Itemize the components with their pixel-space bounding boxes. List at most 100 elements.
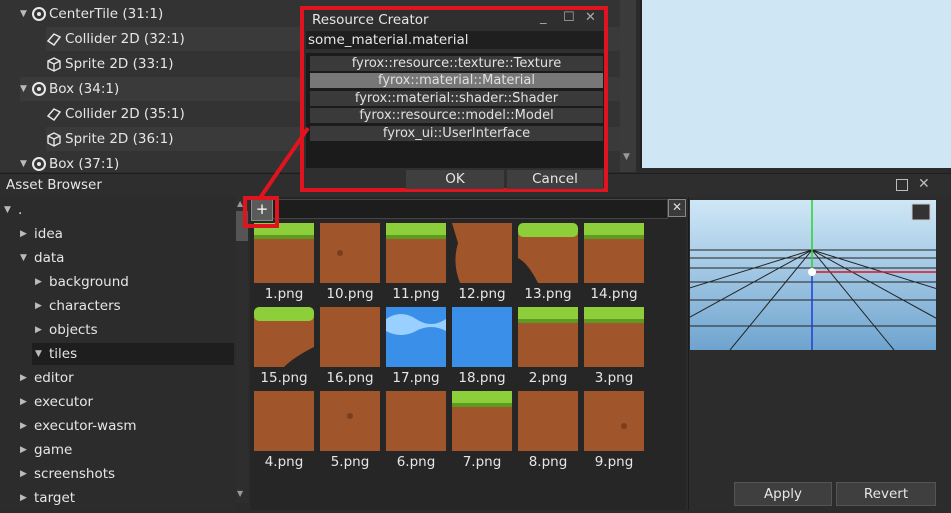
tile-label: 12.png [458, 286, 506, 302]
expand-arrow-icon[interactable]: ▼ [20, 2, 32, 26]
maximize-icon[interactable] [896, 179, 908, 191]
tile-thumbnail[interactable] [254, 223, 314, 283]
folder-target[interactable]: ▶ target [20, 487, 75, 509]
folder-executor[interactable]: ▶ executor [20, 391, 93, 413]
revert-button[interactable]: Revert [836, 482, 936, 506]
folder-objects[interactable]: ▶ objects [35, 319, 98, 341]
expand-arrow-icon[interactable]: ▼ [20, 247, 34, 269]
collapse-arrow-icon[interactable]: ▶ [20, 415, 34, 437]
tile-label: 10.png [326, 286, 374, 302]
tile-thumbnail[interactable] [518, 307, 578, 367]
folder-game[interactable]: ▶ game [20, 439, 72, 461]
tile-label: 13.png [524, 286, 572, 302]
tree-row-sprite[interactable]: Sprite 2D (33:1) [46, 52, 173, 76]
scroll-down-icon[interactable]: ▼ [623, 152, 630, 162]
tile-thumbnail[interactable] [386, 223, 446, 283]
tile-thumbnail[interactable] [452, 307, 512, 367]
folder-screenshots[interactable]: ▶ screenshots [20, 463, 115, 485]
preview-viewport[interactable] [690, 200, 936, 350]
expand-arrow-icon[interactable]: ▼ [35, 343, 49, 365]
collapse-arrow-icon[interactable]: ▶ [20, 367, 34, 389]
tree-row-label: Collider 2D (32:1) [65, 31, 185, 47]
tile-thumbnail[interactable] [254, 307, 314, 367]
tile-thumbnail[interactable] [320, 307, 380, 367]
tile-thumbnail[interactable] [584, 223, 644, 283]
folder-scrollbar[interactable]: ▲ ▼ [236, 197, 248, 503]
resource-name-field[interactable]: some_material.material [306, 31, 604, 49]
tile-thumbnail[interactable] [452, 391, 512, 451]
maximize-icon[interactable]: ☐ [563, 10, 575, 25]
tile-label: 14.png [590, 286, 638, 302]
tile-thumbnail[interactable] [584, 307, 644, 367]
folder-executor-wasm[interactable]: ▶ executor-wasm [20, 415, 137, 437]
tile-thumbnail[interactable] [518, 223, 578, 283]
close-icon[interactable]: ✕ [585, 10, 596, 25]
collapse-arrow-icon[interactable]: ▶ [20, 463, 34, 485]
node-icon [32, 82, 46, 96]
tile-thumbnail[interactable] [254, 391, 314, 451]
collapse-arrow-icon[interactable]: ▶ [35, 319, 49, 341]
tile-thumbnail[interactable] [320, 223, 380, 283]
folder-editor[interactable]: ▶ editor [20, 367, 74, 389]
tree-row-centertile[interactable]: ▼ CenterTile (31:1) [20, 2, 163, 26]
collider-icon [46, 33, 62, 47]
folder-idea[interactable]: ▶ idea [20, 223, 63, 245]
tree-row-box[interactable]: ▼ Box (37:1) [20, 152, 119, 172]
tile-thumbnail[interactable] [320, 391, 380, 451]
list-item[interactable]: fyrox::resource::texture::Texture [310, 56, 603, 71]
expand-arrow-icon[interactable]: ▼ [20, 152, 32, 172]
collapse-arrow-icon[interactable]: ▶ [20, 391, 34, 413]
clear-search-button[interactable]: ✕ [668, 199, 686, 217]
collapse-arrow-icon[interactable]: ▶ [20, 439, 34, 461]
asset-browser-title: Asset Browser [6, 177, 102, 193]
tree-row-label: Collider 2D (35:1) [65, 106, 185, 122]
tile-thumbnail[interactable] [386, 391, 446, 451]
expand-arrow-icon[interactable]: ▼ [20, 77, 32, 101]
folder-label: characters [49, 298, 121, 314]
tile-label: 5.png [330, 454, 370, 470]
tile-label: 16.png [326, 370, 374, 386]
folder-tiles[interactable]: ▼ tiles [32, 343, 234, 365]
list-item[interactable]: fyrox_ui::UserInterface [310, 126, 603, 141]
apply-button[interactable]: Apply [734, 482, 832, 506]
folder-label: background [49, 274, 129, 290]
list-item[interactable]: fyrox::material::shader::Shader [310, 91, 603, 106]
folder-background[interactable]: ▶ background [35, 271, 129, 293]
expand-arrow-icon[interactable]: ▼ [4, 199, 18, 221]
tile-thumbnail[interactable] [386, 307, 446, 367]
collider-icon [46, 108, 62, 122]
list-item[interactable]: fyrox::material::Material [310, 73, 603, 88]
folder-label: objects [49, 322, 98, 338]
folder-label: game [34, 442, 73, 458]
highlight-box [243, 196, 279, 228]
folder-label: executor-wasm [34, 418, 137, 434]
list-item[interactable]: fyrox::resource::model::Model [310, 108, 603, 123]
folder-characters[interactable]: ▶ characters [35, 295, 121, 317]
folder-label: idea [34, 226, 63, 242]
collapse-arrow-icon[interactable]: ▶ [20, 223, 34, 245]
sprite-icon [47, 132, 61, 147]
folder-root[interactable]: ▼. [4, 199, 22, 221]
ok-button[interactable]: OK [406, 170, 504, 189]
tree-row-collider[interactable]: Collider 2D (35:1) [46, 102, 185, 126]
collapse-arrow-icon[interactable]: ▶ [35, 271, 49, 293]
tile-label: 7.png [462, 454, 502, 470]
close-icon[interactable]: ✕ [918, 176, 930, 192]
collapse-arrow-icon[interactable]: ▶ [20, 487, 34, 509]
tile-label: 11.png [392, 286, 440, 302]
search-input[interactable] [272, 199, 668, 219]
folder-data[interactable]: ▼ data [20, 247, 64, 269]
scene-scrollbar[interactable]: ▼ [620, 0, 636, 172]
cancel-button[interactable]: Cancel [507, 170, 603, 189]
tile-thumbnail[interactable] [518, 391, 578, 451]
tile-thumbnail[interactable] [584, 391, 644, 451]
scroll-down-icon[interactable]: ▼ [237, 489, 243, 498]
tile-label: 6.png [396, 454, 436, 470]
minimize-icon[interactable]: _ [540, 10, 547, 25]
folder-label: data [34, 250, 65, 266]
tile-thumbnail[interactable] [452, 223, 512, 283]
tile-label: 8.png [528, 454, 568, 470]
sprite-icon [47, 57, 61, 72]
scene-viewport[interactable] [640, 0, 951, 168]
collapse-arrow-icon[interactable]: ▶ [35, 295, 49, 317]
